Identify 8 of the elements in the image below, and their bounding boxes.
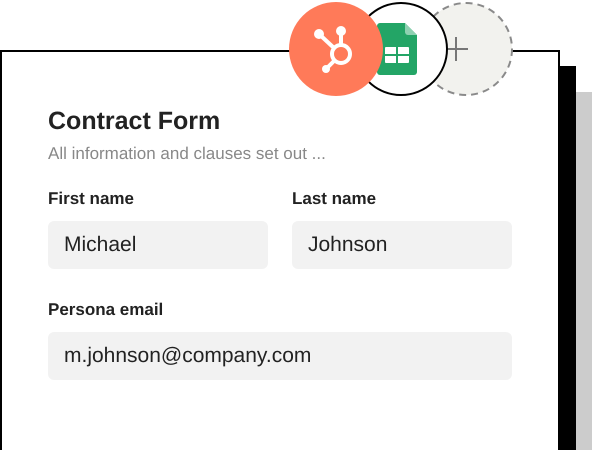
field-label: First name	[48, 188, 135, 210]
input-field[interactable]: Michael	[48, 221, 268, 269]
form-title: Contract Form	[48, 106, 222, 137]
input-field[interactable]: Johnson	[292, 221, 512, 269]
field-label: Persona email	[48, 299, 164, 321]
field-label: Last name	[292, 188, 378, 210]
form-subtitle: All information and clauses set out ...	[48, 143, 327, 165]
input-field[interactable]: m.johnson@company.com	[48, 332, 512, 380]
